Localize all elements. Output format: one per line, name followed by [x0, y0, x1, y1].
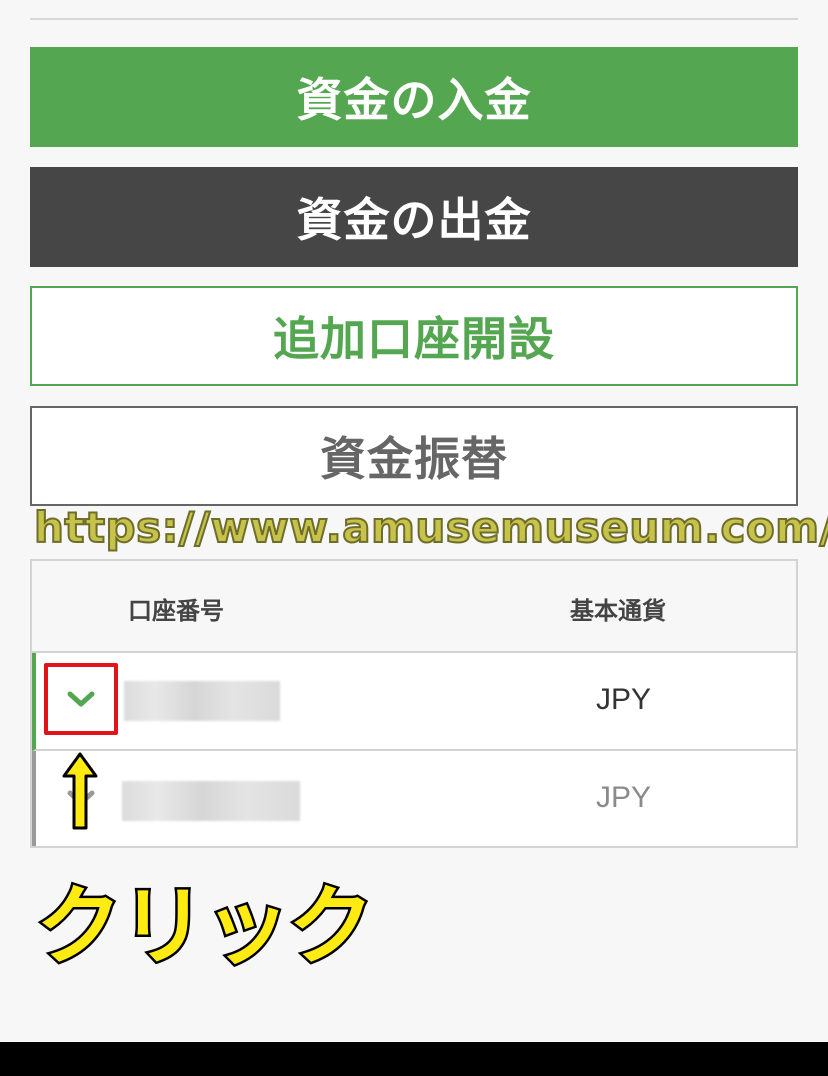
open-additional-account-button[interactable]: 追加口座開設	[30, 286, 798, 386]
accounts-table: 口座番号 基本通貨 JPY JPY	[30, 559, 798, 848]
account-number-redacted	[124, 681, 280, 721]
top-divider	[30, 18, 798, 20]
chevron-down-icon	[67, 691, 95, 707]
row-currency: JPY	[596, 683, 652, 716]
header-account-number: 口座番号	[128, 597, 224, 625]
row-currency: JPY	[596, 781, 652, 814]
deposit-button[interactable]: 資金の入金	[30, 47, 798, 147]
withdraw-button[interactable]: 資金の出金	[30, 167, 798, 267]
table-header: 口座番号 基本通貨	[32, 561, 796, 653]
header-base-currency: 基本通貨	[570, 597, 666, 625]
fund-transfer-button[interactable]: 資金振替	[30, 406, 798, 506]
expand-toggle-button[interactable]	[44, 663, 118, 735]
arrow-up-icon	[62, 752, 98, 830]
watermark-url: https://www.amusemuseum.com/	[33, 502, 828, 553]
click-annotation: クリック	[34, 875, 377, 980]
bottom-bar	[0, 1042, 828, 1076]
table-row[interactable]: JPY	[32, 751, 796, 846]
account-number-redacted	[122, 781, 300, 821]
table-row[interactable]: JPY	[32, 653, 796, 751]
